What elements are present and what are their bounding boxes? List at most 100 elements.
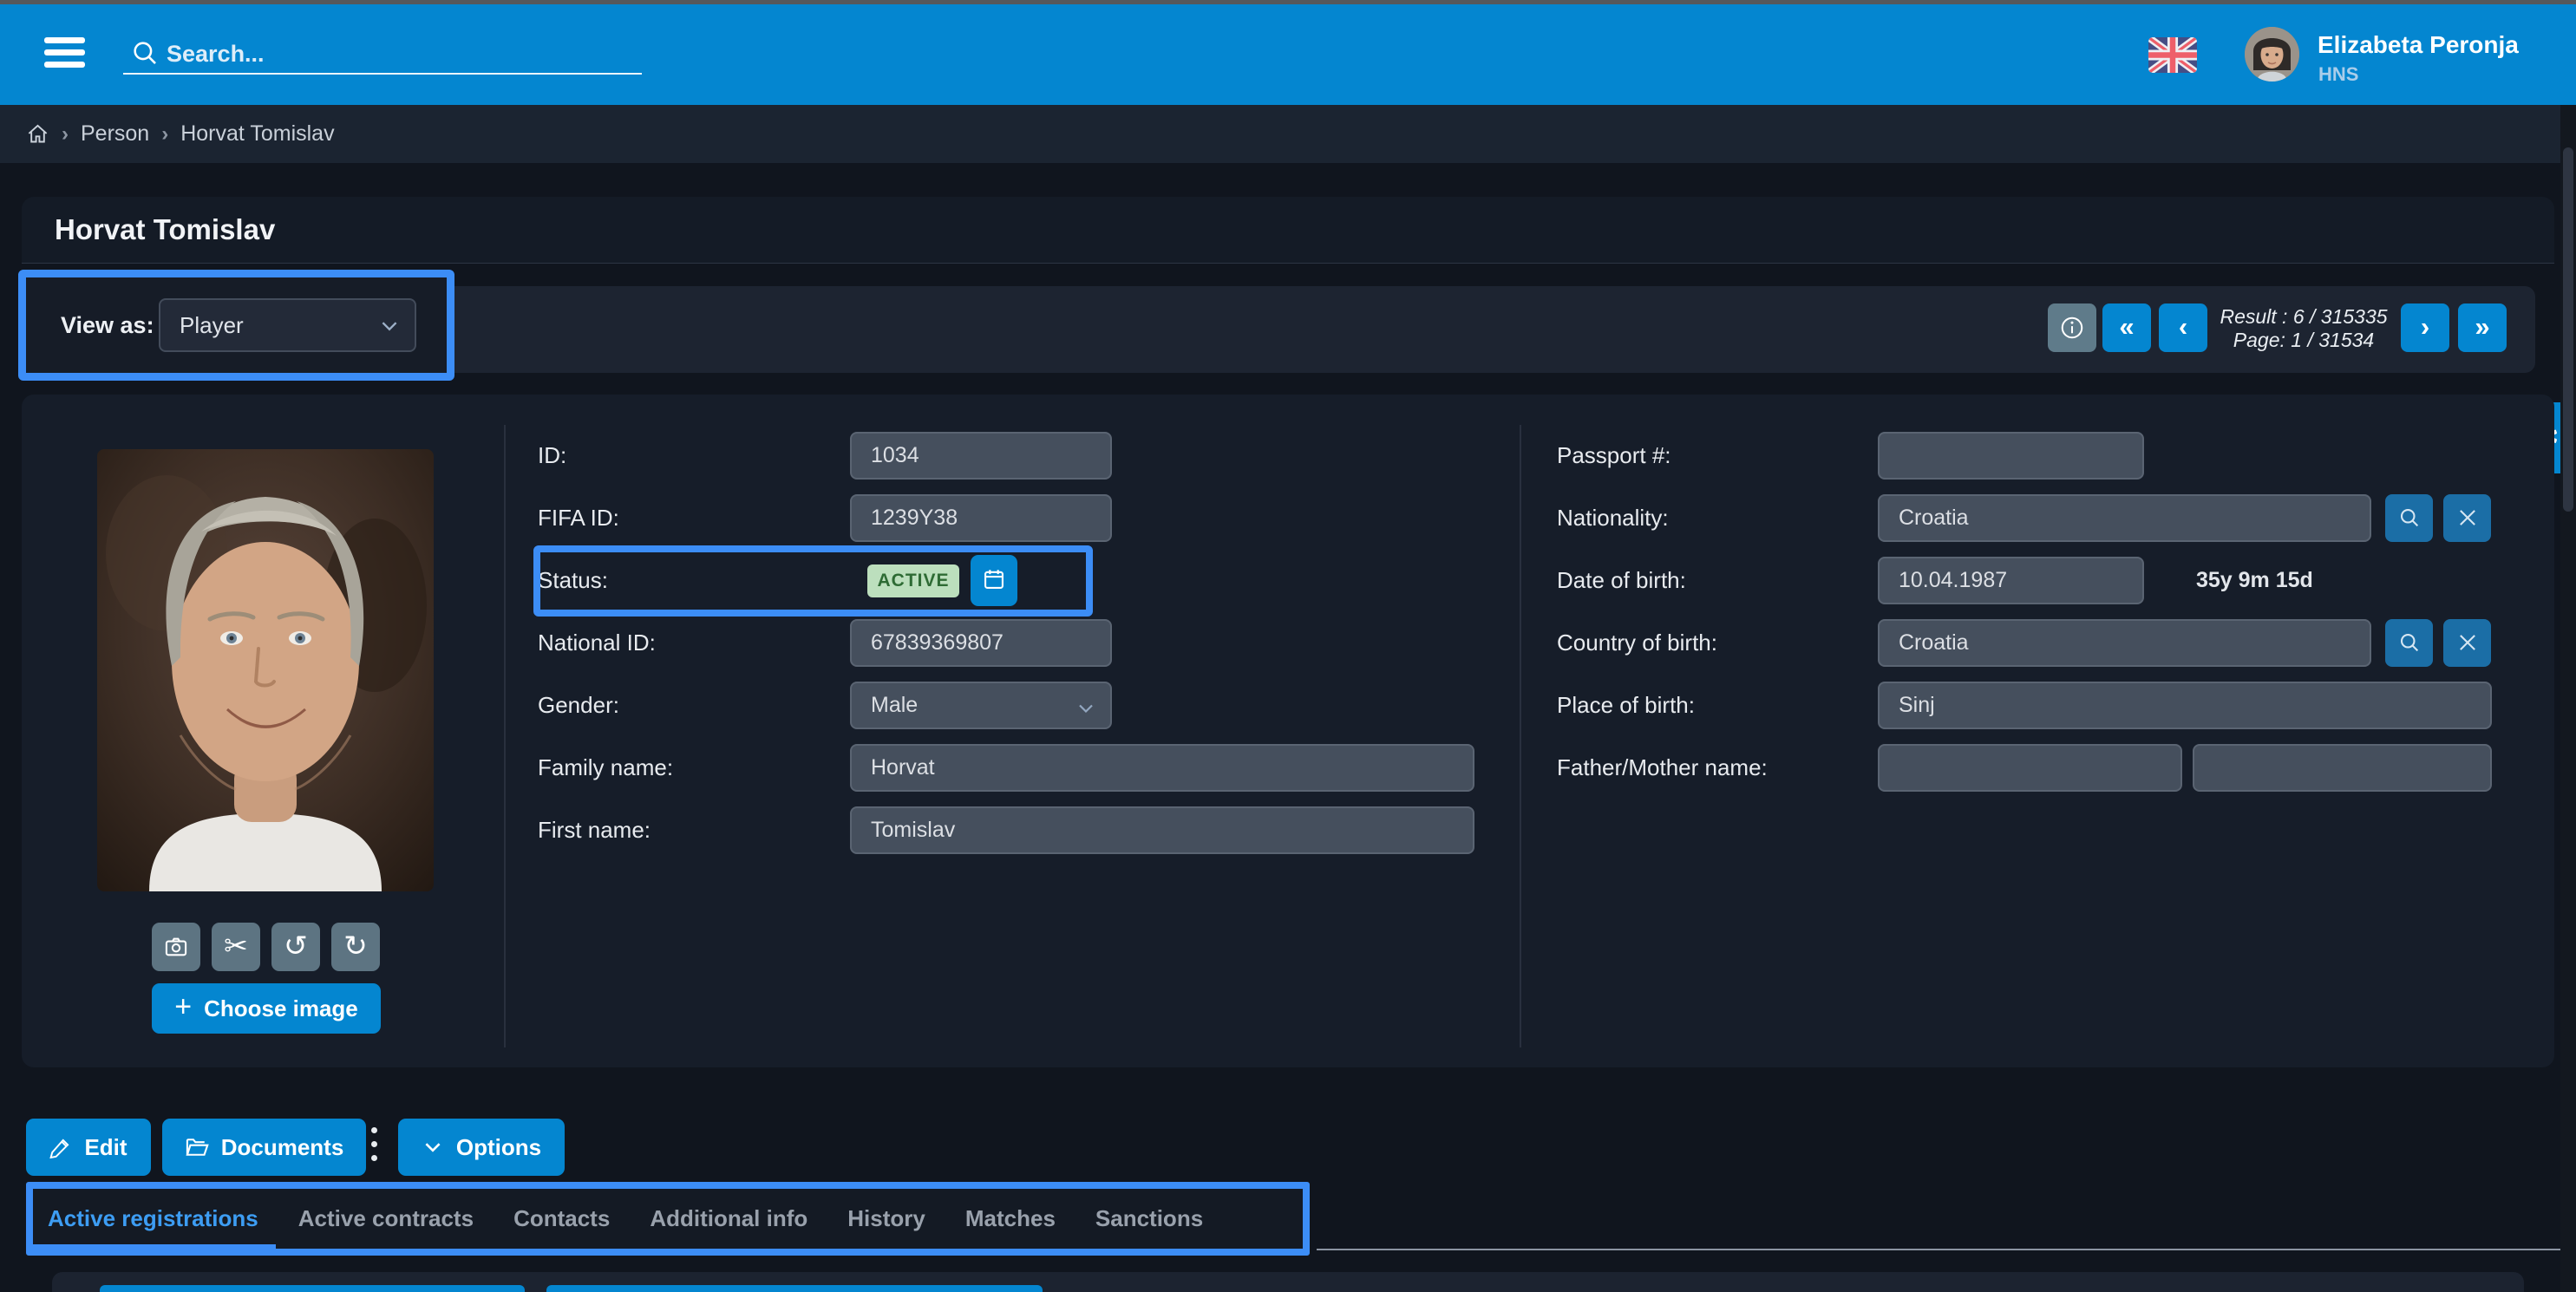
view-as-label: View as: [61, 277, 154, 373]
father-mother-label: Father/Mother name: [1557, 744, 1768, 792]
options-button[interactable]: Options [398, 1119, 565, 1176]
dob-field[interactable]: 10.04.1987 [1878, 557, 2144, 604]
person-photo [97, 449, 434, 891]
view-as-select[interactable]: Player [159, 298, 416, 352]
dob-label: Date of birth: [1557, 557, 1686, 604]
first-name-field[interactable]: Tomislav [850, 806, 1474, 854]
family-name-label: Family name: [538, 744, 673, 792]
pagination-page: Page: 1 / 31534 [2217, 329, 2390, 352]
previous-page-button[interactable]: ‹ [2159, 303, 2207, 352]
id-label: ID: [538, 432, 566, 480]
info-button[interactable] [2048, 303, 2096, 352]
tab-history[interactable]: History [847, 1189, 925, 1249]
father-name-field[interactable] [1878, 744, 2182, 792]
breadcrumb-person[interactable]: Person [81, 121, 149, 147]
first-page-button[interactable]: « [2102, 303, 2151, 352]
chevron-down-icon [378, 315, 401, 337]
camera-button[interactable] [152, 923, 200, 971]
tab-contacts[interactable]: Contacts [513, 1189, 610, 1249]
national-id-field[interactable]: 67839369807 [850, 619, 1112, 667]
passport-field[interactable] [1878, 432, 2144, 480]
tab-additional-info[interactable]: Additional info [650, 1189, 807, 1249]
close-icon [2455, 506, 2480, 530]
user-name[interactable]: Elizabeta Peronja [2318, 31, 2519, 59]
choose-image-label: Choose image [204, 995, 358, 1022]
home-icon[interactable] [26, 122, 49, 146]
status-calendar-button[interactable] [971, 555, 1017, 606]
fifa-id-field[interactable]: 1239Y38 [850, 494, 1112, 542]
options-label: Options [456, 1134, 541, 1161]
choose-image-button[interactable]: + Choose image [152, 983, 381, 1034]
documents-button[interactable]: Documents [162, 1119, 366, 1176]
partial-button[interactable] [546, 1285, 1043, 1292]
nationality-search-button[interactable] [2385, 494, 2433, 542]
search-input[interactable] [167, 36, 635, 71]
gender-value: Male [871, 693, 918, 717]
fifa-id-label: FIFA ID: [538, 494, 619, 542]
view-as-value: Player [180, 300, 244, 350]
gender-select[interactable]: Male [850, 682, 1112, 729]
chevron-down-icon [422, 1136, 444, 1158]
column-divider [1520, 425, 1521, 1047]
tab-sanctions[interactable]: Sanctions [1095, 1189, 1203, 1249]
close-icon [2455, 630, 2480, 655]
status-badge: ACTIVE [867, 564, 959, 597]
place-of-birth-field[interactable]: Sinj [1878, 682, 2492, 729]
country-search-button[interactable] [2385, 619, 2433, 667]
breadcrumb-current: Horvat Tomislav [180, 121, 334, 147]
next-page-button[interactable]: › [2401, 303, 2449, 352]
rotate-left-icon: ↺ [284, 929, 308, 962]
plus-icon: + [174, 990, 192, 1024]
mother-name-field[interactable] [2193, 744, 2492, 792]
tabs-highlight-box: Active registrations Active contracts Co… [26, 1182, 1310, 1256]
partial-button[interactable] [100, 1285, 525, 1292]
uk-flag-icon[interactable] [2148, 37, 2197, 73]
first-name-label: First name: [538, 806, 651, 854]
tab-active-contracts[interactable]: Active contracts [298, 1189, 474, 1249]
documents-label: Documents [221, 1134, 344, 1161]
gender-label: Gender: [538, 682, 619, 729]
place-of-birth-label: Place of birth: [1557, 682, 1695, 729]
hamburger-menu-icon[interactable] [44, 37, 85, 69]
tab-matches[interactable]: Matches [965, 1189, 1056, 1249]
age-text: 35y 9m 15d [2196, 557, 2313, 604]
user-organization: HNS [2318, 63, 2358, 86]
scrollbar-thumb[interactable] [2563, 147, 2573, 512]
breadcrumb-separator: › [62, 122, 69, 147]
rotate-right-button[interactable]: ↻ [331, 923, 380, 971]
nationality-label: Nationality: [1557, 494, 1669, 542]
column-divider [504, 425, 506, 1047]
pagination-result: Result : 6 / 315335 [2217, 305, 2390, 329]
user-avatar[interactable] [2245, 27, 2299, 82]
rotate-right-icon: ↻ [343, 929, 368, 962]
family-name-field[interactable]: Horvat [850, 744, 1474, 792]
nationality-clear-button[interactable] [2443, 494, 2491, 542]
search-icon [2397, 630, 2422, 655]
national-id-label: National ID: [538, 619, 656, 667]
passport-label: Passport #: [1557, 432, 1671, 480]
scissors-icon: ✂ [224, 929, 248, 962]
nationality-field[interactable]: Croatia [1878, 494, 2371, 542]
breadcrumb-separator: › [161, 122, 168, 147]
pagination-status: Result : 6 / 315335 Page: 1 / 31534 [2217, 303, 2390, 352]
tab-bar-divider [1317, 1249, 2560, 1250]
actions-separator-dots [371, 1127, 378, 1169]
id-field[interactable]: 1034 [850, 432, 1112, 480]
edit-label: Edit [84, 1134, 127, 1161]
tab-active-registrations[interactable]: Active registrations [48, 1189, 258, 1249]
calendar-icon [982, 567, 1006, 591]
chevron-down-icon [1076, 698, 1096, 719]
edit-button[interactable]: Edit [26, 1119, 151, 1176]
search-underline [123, 73, 642, 75]
country-clear-button[interactable] [2443, 619, 2491, 667]
rotate-left-button[interactable]: ↺ [271, 923, 320, 971]
crop-scissors-button[interactable]: ✂ [212, 923, 260, 971]
page-title: Horvat Tomislav [55, 197, 275, 263]
view-as-highlight-box: View as: Player [18, 270, 454, 381]
last-page-button[interactable]: » [2458, 303, 2507, 352]
country-of-birth-label: Country of birth: [1557, 619, 1717, 667]
tab-bar: Active registrations Active contracts Co… [48, 1189, 1203, 1249]
folder-icon [185, 1135, 209, 1159]
country-of-birth-field[interactable]: Croatia [1878, 619, 2371, 667]
breadcrumb: › Person › Horvat Tomislav [0, 105, 2576, 163]
